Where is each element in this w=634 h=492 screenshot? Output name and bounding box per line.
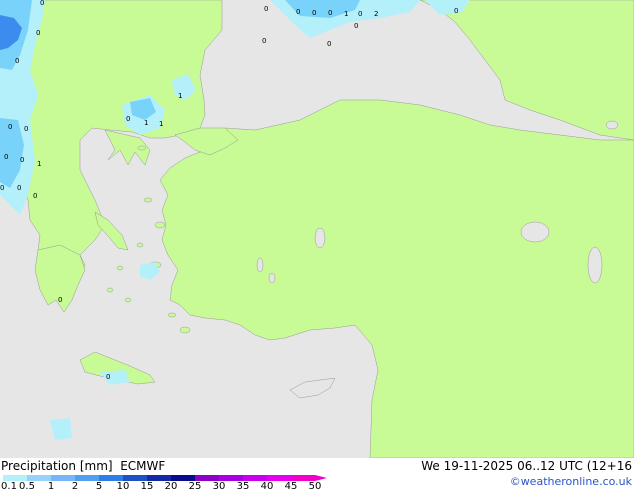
precip-value-label: 0 [20,156,24,164]
precip-value-label: 2 [374,10,378,18]
product-title: Precipitation [mm] ECMWF [1,459,166,473]
precip-value-label: 1 [344,10,348,18]
colorbar-tick-label: 1 [47,481,55,492]
colorbar-tick-label: 0.1 [1,481,17,492]
precip-value-label: 0 [58,296,62,304]
colorbar-tick-label: 25 [188,481,202,492]
colorbar-tick-label: 30 [212,481,226,492]
colorbar-tick-label: 2 [71,481,79,492]
precip-value-label: 0 [296,8,300,16]
precip-value-label: 0 [0,184,4,192]
colorbar-tick-label: 5 [95,481,103,492]
precip-value-label: 0 [454,7,458,15]
precip-value-label: 0 [262,37,266,45]
credit-link[interactable]: ©weatheronline.co.uk [510,475,632,489]
precip-value-label: 1 [37,160,41,168]
colorbar-tick-label: 45 [284,481,298,492]
precip-value-label: 0 [312,9,316,17]
precip-value-label: 1 [178,92,182,100]
precip-value-label: 0 [126,115,130,123]
colorbar-tick-label: 40 [260,481,274,492]
lake-van [520,221,550,243]
precipitation-map: 0 0 0 0 0 0 1 0 2 0 0 0 0 0 1 0 1 1 0 0 … [0,0,634,458]
valid-time: We 19-11-2025 06..12 UTC (12+16 [421,459,632,473]
precip-value-label: 0 [358,10,362,18]
precip-value-label: 0 [327,40,331,48]
colorbar-tick-label: 10 [116,481,130,492]
colorbar-tick-label: 15 [140,481,154,492]
colorbar-tick-label: 50 [308,481,322,492]
precip-value-label: 1 [159,120,163,128]
precip-value-label: 0 [17,184,21,192]
lake-beysehir [256,257,264,273]
colorbar-tick-label: 20 [164,481,178,492]
precip-value-label: 0 [24,125,28,133]
lake-sevan [605,120,619,130]
precip-value-label: 0 [354,22,358,30]
precip-value-label: 0 [4,153,8,161]
precip-value-label: 0 [15,57,19,65]
precip-value-label: 0 [36,29,40,37]
lake-tuz [314,227,326,249]
precip-value-label: 0 [33,192,37,200]
lake-urmia [587,246,603,284]
precip-value-label: 0 [106,373,110,381]
colorbar-tick-label: 0.5 [19,481,35,492]
precip-value-label: 0 [328,9,332,17]
precip-value-label: 1 [144,119,148,127]
colorbar-tick-label: 35 [236,481,250,492]
precip-value-label: 0 [40,0,44,7]
precip-value-label: 0 [264,5,268,13]
footer-bar: Precipitation [mm] ECMWF We 19-11-2025 0… [0,458,634,492]
precip-value-label: 0 [8,123,12,131]
lake-egirdir [268,272,276,284]
